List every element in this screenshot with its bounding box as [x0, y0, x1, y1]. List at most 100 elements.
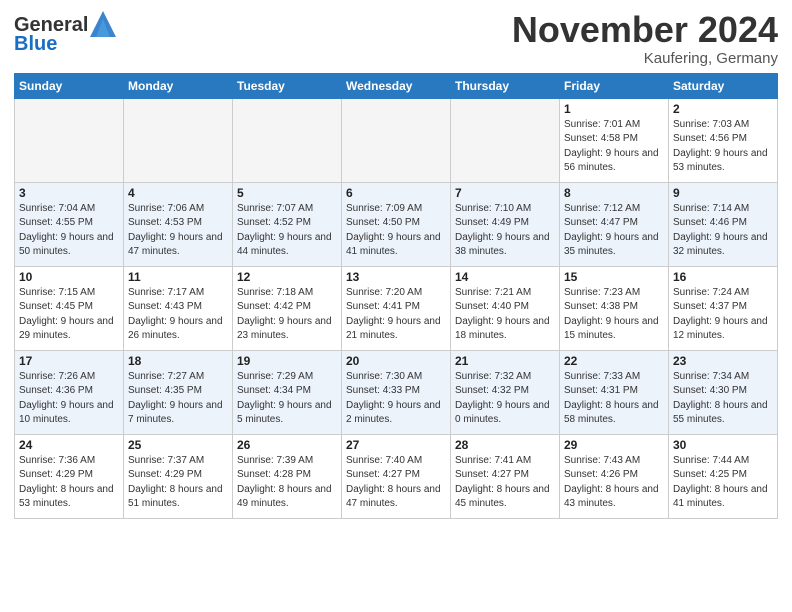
- location: Kaufering, Germany: [512, 50, 778, 67]
- logo-blue: Blue: [14, 33, 57, 56]
- calendar-day-cell: 30 Sunrise: 7:44 AM Sunset: 4:25 PM Dayli…: [669, 434, 778, 518]
- calendar-day-cell: 18 Sunrise: 7:27 AM Sunset: 4:35 PM Dayli…: [124, 350, 233, 434]
- title-block: November 2024 Kaufering, Germany: [512, 10, 778, 67]
- day-info: Sunrise: 7:12 AM Sunset: 4:47 PM Dayligh…: [564, 202, 664, 260]
- month-title: November 2024: [512, 10, 778, 50]
- day-info: Sunrise: 7:18 AM Sunset: 4:42 PM Dayligh…: [237, 286, 337, 344]
- calendar-week-row: 10 Sunrise: 7:15 AM Sunset: 4:45 PM Dayli…: [15, 266, 778, 350]
- day-number: 27: [346, 438, 446, 452]
- day-number: 5: [237, 186, 337, 200]
- calendar-week-row: 1 Sunrise: 7:01 AM Sunset: 4:58 PM Daylig…: [15, 98, 778, 182]
- calendar-day-cell: 22 Sunrise: 7:33 AM Sunset: 4:31 PM Dayli…: [560, 350, 669, 434]
- day-number: 11: [128, 270, 228, 284]
- calendar-day-cell: [15, 98, 124, 182]
- calendar-day-cell: 3Sunrise: 7:04 AM Sunset: 4:55 PM Daylig…: [15, 182, 124, 266]
- day-info: Sunrise: 7:39 AM Sunset: 4:28 PM Dayligh…: [237, 454, 337, 512]
- calendar-day-cell: 15 Sunrise: 7:23 AM Sunset: 4:38 PM Dayli…: [560, 266, 669, 350]
- day-number: 10: [19, 270, 119, 284]
- calendar-day-cell: 23 Sunrise: 7:34 AM Sunset: 4:30 PM Dayli…: [669, 350, 778, 434]
- day-info: Sunrise: 7:24 AM Sunset: 4:37 PM Dayligh…: [673, 286, 773, 344]
- calendar-day-cell: 29Sunrise: 7:43 AM Sunset: 4:26 PM Dayli…: [560, 434, 669, 518]
- day-number: 22: [564, 354, 664, 368]
- day-info: Sunrise: 7:37 AM Sunset: 4:29 PM Dayligh…: [128, 454, 228, 512]
- calendar-week-row: 17Sunrise: 7:26 AM Sunset: 4:36 PM Dayli…: [15, 350, 778, 434]
- day-number: 4: [128, 186, 228, 200]
- day-number: 30: [673, 438, 773, 452]
- day-number: 21: [455, 354, 555, 368]
- calendar-day-cell: 8Sunrise: 7:12 AM Sunset: 4:47 PM Daylig…: [560, 182, 669, 266]
- day-info: Sunrise: 7:21 AM Sunset: 4:40 PM Dayligh…: [455, 286, 555, 344]
- day-number: 29: [564, 438, 664, 452]
- day-info: Sunrise: 7:44 AM Sunset: 4:25 PM Dayligh…: [673, 454, 773, 512]
- day-number: 17: [19, 354, 119, 368]
- day-info: Sunrise: 7:40 AM Sunset: 4:27 PM Dayligh…: [346, 454, 446, 512]
- calendar-day-cell: 17Sunrise: 7:26 AM Sunset: 4:36 PM Dayli…: [15, 350, 124, 434]
- day-number: 9: [673, 186, 773, 200]
- calendar-day-cell: 5 Sunrise: 7:07 AM Sunset: 4:52 PM Daylig…: [233, 182, 342, 266]
- logo-icon: [90, 11, 116, 37]
- calendar-day-cell: 26Sunrise: 7:39 AM Sunset: 4:28 PM Dayli…: [233, 434, 342, 518]
- calendar-day-cell: 25 Sunrise: 7:37 AM Sunset: 4:29 PM Dayli…: [124, 434, 233, 518]
- day-number: 19: [237, 354, 337, 368]
- col-saturday: Saturday: [669, 73, 778, 98]
- calendar-day-cell: 2 Sunrise: 7:03 AM Sunset: 4:56 PM Daylig…: [669, 98, 778, 182]
- calendar-table: Sunday Monday Tuesday Wednesday Thursday…: [14, 73, 778, 519]
- col-friday: Friday: [560, 73, 669, 98]
- day-number: 6: [346, 186, 446, 200]
- day-number: 24: [19, 438, 119, 452]
- calendar-day-cell: 7 Sunrise: 7:10 AM Sunset: 4:49 PM Daylig…: [451, 182, 560, 266]
- calendar-day-cell: 14 Sunrise: 7:21 AM Sunset: 4:40 PM Dayli…: [451, 266, 560, 350]
- calendar-day-cell: 12 Sunrise: 7:18 AM Sunset: 4:42 PM Dayli…: [233, 266, 342, 350]
- calendar-day-cell: 6Sunrise: 7:09 AM Sunset: 4:50 PM Daylig…: [342, 182, 451, 266]
- calendar-day-cell: 27 Sunrise: 7:40 AM Sunset: 4:27 PM Dayli…: [342, 434, 451, 518]
- day-info: Sunrise: 7:03 AM Sunset: 4:56 PM Dayligh…: [673, 118, 773, 176]
- calendar-day-cell: 19Sunrise: 7:29 AM Sunset: 4:34 PM Dayli…: [233, 350, 342, 434]
- calendar-day-cell: 24Sunrise: 7:36 AM Sunset: 4:29 PM Dayli…: [15, 434, 124, 518]
- calendar-day-cell: 21 Sunrise: 7:32 AM Sunset: 4:32 PM Dayli…: [451, 350, 560, 434]
- calendar-day-cell: [342, 98, 451, 182]
- day-number: 14: [455, 270, 555, 284]
- day-number: 3: [19, 186, 119, 200]
- calendar-day-cell: 11Sunrise: 7:17 AM Sunset: 4:43 PM Dayli…: [124, 266, 233, 350]
- calendar-day-cell: [233, 98, 342, 182]
- calendar-day-cell: 20Sunrise: 7:30 AM Sunset: 4:33 PM Dayli…: [342, 350, 451, 434]
- day-info: Sunrise: 7:41 AM Sunset: 4:27 PM Dayligh…: [455, 454, 555, 512]
- day-number: 28: [455, 438, 555, 452]
- day-info: Sunrise: 7:27 AM Sunset: 4:35 PM Dayligh…: [128, 370, 228, 428]
- day-number: 12: [237, 270, 337, 284]
- day-info: Sunrise: 7:07 AM Sunset: 4:52 PM Dayligh…: [237, 202, 337, 260]
- calendar-day-cell: 10 Sunrise: 7:15 AM Sunset: 4:45 PM Dayli…: [15, 266, 124, 350]
- day-info: Sunrise: 7:06 AM Sunset: 4:53 PM Dayligh…: [128, 202, 228, 260]
- calendar-header-row: Sunday Monday Tuesday Wednesday Thursday…: [15, 73, 778, 98]
- day-info: Sunrise: 7:01 AM Sunset: 4:58 PM Dayligh…: [564, 118, 664, 176]
- day-number: 1: [564, 102, 664, 116]
- day-number: 25: [128, 438, 228, 452]
- calendar-day-cell: [124, 98, 233, 182]
- day-info: Sunrise: 7:23 AM Sunset: 4:38 PM Dayligh…: [564, 286, 664, 344]
- col-thursday: Thursday: [451, 73, 560, 98]
- day-number: 23: [673, 354, 773, 368]
- day-number: 2: [673, 102, 773, 116]
- calendar-day-cell: 28 Sunrise: 7:41 AM Sunset: 4:27 PM Dayli…: [451, 434, 560, 518]
- calendar-week-row: 3Sunrise: 7:04 AM Sunset: 4:55 PM Daylig…: [15, 182, 778, 266]
- calendar-day-cell: [451, 98, 560, 182]
- day-number: 15: [564, 270, 664, 284]
- day-info: Sunrise: 7:14 AM Sunset: 4:46 PM Dayligh…: [673, 202, 773, 260]
- day-number: 7: [455, 186, 555, 200]
- calendar-day-cell: 4 Sunrise: 7:06 AM Sunset: 4:53 PM Daylig…: [124, 182, 233, 266]
- day-info: Sunrise: 7:20 AM Sunset: 4:41 PM Dayligh…: [346, 286, 446, 344]
- day-info: Sunrise: 7:34 AM Sunset: 4:30 PM Dayligh…: [673, 370, 773, 428]
- calendar-week-row: 24Sunrise: 7:36 AM Sunset: 4:29 PM Dayli…: [15, 434, 778, 518]
- col-tuesday: Tuesday: [233, 73, 342, 98]
- logo: General Blue: [14, 14, 116, 56]
- col-sunday: Sunday: [15, 73, 124, 98]
- col-wednesday: Wednesday: [342, 73, 451, 98]
- day-info: Sunrise: 7:10 AM Sunset: 4:49 PM Dayligh…: [455, 202, 555, 260]
- day-number: 20: [346, 354, 446, 368]
- calendar-day-cell: 1 Sunrise: 7:01 AM Sunset: 4:58 PM Daylig…: [560, 98, 669, 182]
- calendar-day-cell: 9 Sunrise: 7:14 AM Sunset: 4:46 PM Daylig…: [669, 182, 778, 266]
- day-info: Sunrise: 7:33 AM Sunset: 4:31 PM Dayligh…: [564, 370, 664, 428]
- day-info: Sunrise: 7:15 AM Sunset: 4:45 PM Dayligh…: [19, 286, 119, 344]
- day-info: Sunrise: 7:32 AM Sunset: 4:32 PM Dayligh…: [455, 370, 555, 428]
- day-number: 18: [128, 354, 228, 368]
